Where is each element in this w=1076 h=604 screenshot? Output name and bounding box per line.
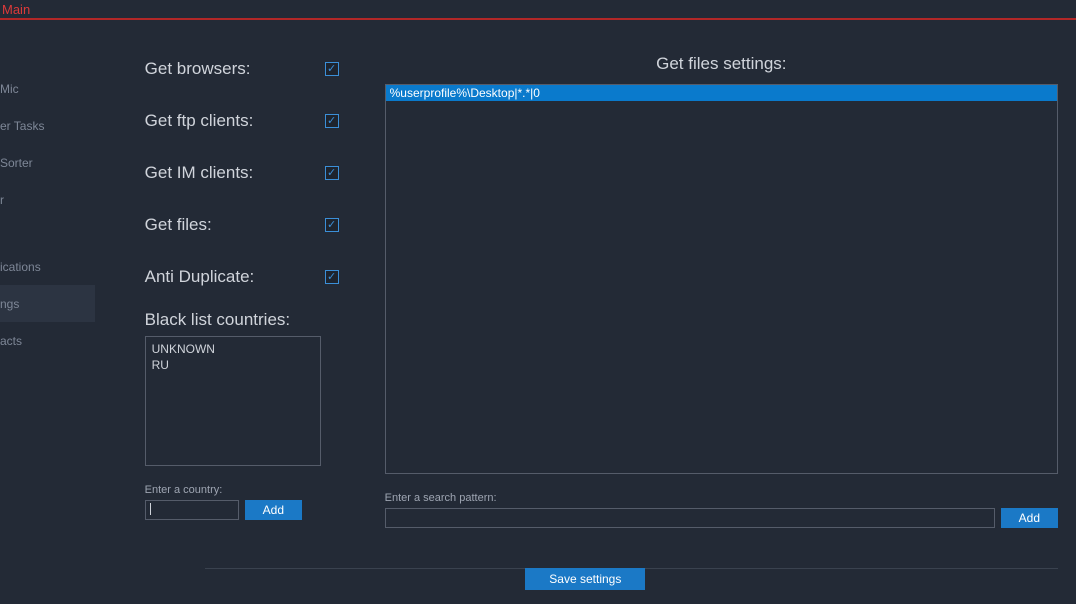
sidebar-item-label: ications (0, 260, 41, 274)
option-label: Get IM clients: (145, 163, 325, 183)
sidebar-item-label: acts (0, 334, 22, 348)
sidebar-item[interactable]: Sorter (0, 144, 95, 181)
pattern-input-label: Enter a search pattern: (385, 492, 1058, 504)
sidebar: Mic er Tasks Sorter r ications ngs acts (0, 20, 95, 602)
country-input[interactable] (145, 500, 239, 520)
option-label: Get browsers: (145, 59, 325, 79)
window-title: Main (2, 2, 30, 17)
sidebar-item-label: r (0, 193, 4, 207)
option-label: Get ftp clients: (145, 111, 325, 131)
country-input-label: Enter a country: (145, 484, 385, 496)
sidebar-item[interactable]: Mic (0, 70, 95, 107)
file-pattern-item[interactable]: %userprofile%\Desktop|*.*|0 (386, 85, 1057, 101)
option-checkbox[interactable] (325, 218, 339, 232)
sidebar-item[interactable]: er Tasks (0, 107, 95, 144)
sidebar-item-label: ngs (0, 297, 19, 311)
option-checkbox[interactable] (325, 62, 339, 76)
files-listbox[interactable]: %userprofile%\Desktop|*.*|0 (385, 84, 1058, 474)
option-checkbox[interactable] (325, 114, 339, 128)
sidebar-item[interactable]: r (0, 181, 95, 218)
option-checkbox[interactable] (325, 166, 339, 180)
main-panel: Get browsers: Get ftp clients: Get IM clie… (95, 20, 1076, 602)
sidebar-item-label: er Tasks (0, 119, 44, 133)
sidebar-item[interactable]: ications (0, 248, 95, 285)
pattern-input[interactable] (385, 508, 995, 528)
sidebar-item-label: Sorter (0, 156, 33, 170)
sidebar-item-label: Mic (0, 82, 19, 96)
sidebar-item[interactable]: ngs (0, 285, 95, 322)
option-label: Anti Duplicate: (145, 267, 325, 287)
option-checkbox[interactable] (325, 270, 339, 284)
blacklist-listbox[interactable]: UNKNOWN RU (145, 336, 321, 466)
add-country-button[interactable]: Add (245, 500, 302, 520)
save-settings-button[interactable]: Save settings (525, 568, 645, 590)
sidebar-item[interactable]: acts (0, 322, 95, 359)
files-settings-header: Get files settings: (385, 54, 1058, 74)
option-label: Get files: (145, 215, 325, 235)
blacklist-label: Black list countries: (145, 310, 385, 330)
add-pattern-button[interactable]: Add (1001, 508, 1058, 528)
